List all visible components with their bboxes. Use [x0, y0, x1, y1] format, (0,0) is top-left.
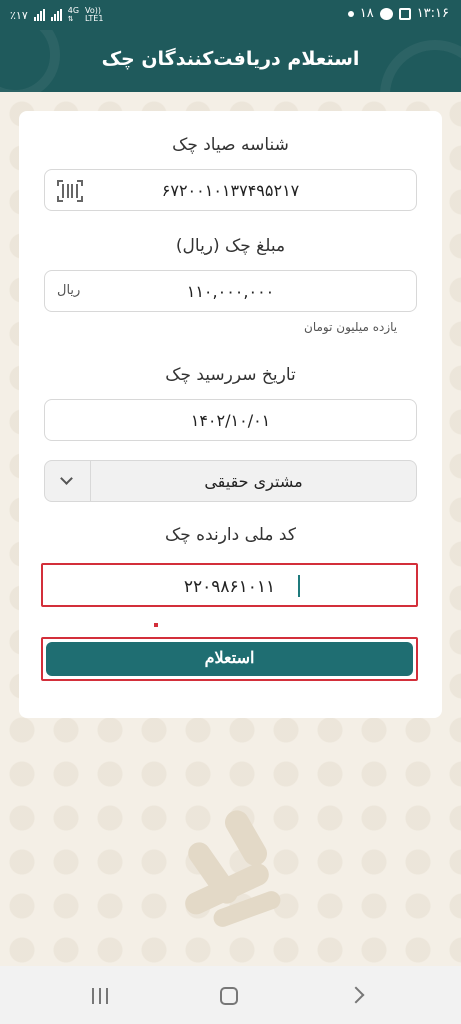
inquiry-submit-button[interactable]: استعلام	[46, 642, 413, 676]
network-type: 4G	[67, 6, 80, 15]
status-left: ٪۱۷ 4G ⇅ Vo)) LTE1	[10, 6, 103, 24]
volte-indicator: Vo)) LTE1	[85, 7, 103, 23]
inquiry-form-card: شناسه صیاد چک ۶۷۲۰۰۱۰۱۳۷۴۹۵۲۱۷ مبلغ چک (…	[19, 111, 442, 718]
chevron-down-icon[interactable]	[45, 461, 91, 501]
amount-label: مبلغ چک (ریال)	[175, 236, 286, 256]
clock: ۱۳:۱۶	[416, 6, 449, 21]
national-id-field[interactable]: ۲۲۰۹۸۶۱۰۱۱	[41, 563, 418, 607]
signal-icon-2	[50, 9, 62, 21]
network-indicator: 4G ⇅	[67, 6, 80, 24]
signal-icon	[33, 9, 45, 21]
chat-icon	[379, 7, 393, 20]
national-id-value: ۲۲۰۹۸۶۱۰۱۱	[183, 577, 276, 597]
gallery-icon	[398, 7, 411, 20]
amount-words-hint: یازده میلیون تومان	[304, 320, 398, 334]
marker-dot	[154, 623, 158, 627]
due-date-label: تاریخ سررسید چک	[165, 365, 296, 385]
system-nav-bar	[0, 966, 461, 1024]
back-icon[interactable]	[347, 986, 365, 1004]
sayad-id-value: ۶۷۲۰۰۱۰۱۳۷۴۹۵۲۱۷	[161, 181, 300, 200]
text-cursor	[298, 575, 300, 597]
sayad-id-label: شناسه صیاد چک	[172, 135, 289, 155]
status-bar: ٪۱۷ 4G ⇅ Vo)) LTE1 ۱۸ ۱۳:۱۶	[0, 0, 461, 30]
battery-percent: ٪۱۷	[10, 8, 28, 22]
submit-button-highlight: استعلام	[41, 637, 418, 681]
home-icon[interactable]	[220, 987, 238, 1005]
recent-apps-icon[interactable]	[92, 988, 108, 1004]
lte-label: LTE1	[85, 14, 104, 23]
sayad-id-field[interactable]: ۶۷۲۰۰۱۰۱۳۷۴۹۵۲۱۷	[44, 169, 417, 211]
status-right: ۱۸ ۱۳:۱۶	[347, 6, 449, 21]
customer-type-value: مشتری حقیقی	[204, 472, 303, 491]
notification-count: ۱۸	[359, 6, 374, 21]
network-arrows: ⇅	[67, 15, 74, 23]
amount-value: ۱۱۰,۰۰۰,۰۰۰	[186, 282, 275, 301]
page-title: استعلام دریافت‌کنندگان چک	[101, 48, 360, 70]
due-date-field[interactable]: ۱۴۰۲/۱۰/۰۱	[44, 399, 417, 441]
due-date-value: ۱۴۰۲/۱۰/۰۱	[190, 411, 271, 430]
notification-dot-icon	[347, 10, 354, 17]
app-header: استعلام دریافت‌کنندگان چک	[0, 30, 461, 92]
national-id-label: کد ملی دارنده چک	[165, 525, 296, 545]
customer-type-select[interactable]: مشتری حقیقی	[44, 460, 417, 502]
amount-field[interactable]: ریال ۱۱۰,۰۰۰,۰۰۰	[44, 270, 417, 312]
app-logo-watermark	[172, 806, 290, 930]
